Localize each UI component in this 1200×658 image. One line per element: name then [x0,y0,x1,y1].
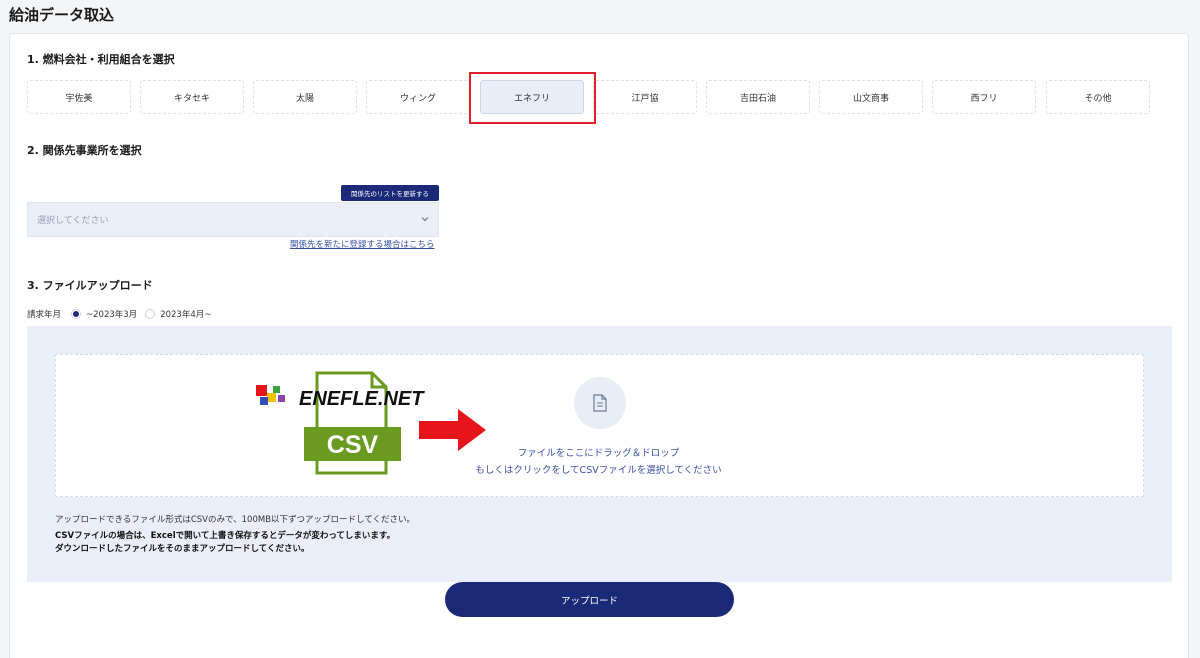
chevron-down-icon [421,217,429,222]
office-select-placeholder: 選択してください [37,216,109,226]
fuel-company-button-kitaseki[interactable]: キタセキ [140,80,244,114]
download-upload-note: ダウンロードしたファイルをそのままアップロードしてください。 [55,544,310,554]
fuel-company-button-sanbun[interactable]: 山文商事 [819,80,923,114]
radio-label-before-2023-03: ~2023年3月 [86,310,138,320]
section-upload-title: 3. ファイルアップロード [27,279,153,292]
refresh-list-button[interactable]: 関係先のリストを更新する [341,185,439,201]
main-card: 1. 燃料会社・利用組合を選択 宇佐美 キタセキ 太陽 ウィング エネフリ 江戸… [9,33,1189,658]
office-select[interactable]: 選択してください [27,202,439,237]
upload-area: CSV ENEFLE.NET ファイルをここにドラッグ＆ドロップ もしくはクリッ… [27,326,1172,582]
selection-highlight-box [469,72,596,124]
section-fuel-title: 1. 燃料会社・利用組合を選択 [27,53,175,66]
excel-warning-note: CSVファイルの場合は、Excelで開いて上書き保存するとデータが変わってしまい… [55,531,396,541]
fuel-company-button-other[interactable]: その他 [1046,80,1150,114]
file-drop-zone[interactable]: CSV ENEFLE.NET ファイルをここにドラッグ＆ドロップ もしくはクリッ… [55,354,1144,497]
fuel-company-button-yoshida[interactable]: 吉田石油 [706,80,810,114]
section-office-title: 2. 関係先事業所を選択 [27,144,142,157]
drop-instruction-line2: もしくはクリックをしてCSVファイルを選択してください [475,465,722,476]
billing-period-radio-group: 請求年月 ~2023年3月 2023年4月~ [27,308,211,320]
drop-instruction-line1: ファイルをここにドラッグ＆ドロップ [517,448,680,459]
enefle-logo-text: ENEFLE.NET [299,388,425,410]
upload-format-note: アップロードできるファイル形式はCSVのみで、100MB以下ずつアップロードして… [55,515,416,525]
enefle-logo-icon [256,385,285,405]
register-office-link[interactable]: 関係先を新たに登録する場合はこちら [290,238,435,250]
page-title: 給油データ取込 [9,6,115,24]
document-icon-circle [574,377,626,429]
fuel-company-button-nishifuri[interactable]: 西フリ [932,80,1036,114]
fuel-company-button-taiyo[interactable]: 太陽 [253,80,357,114]
fuel-company-button-wing[interactable]: ウィング [366,80,470,114]
upload-button[interactable]: アップロード [445,582,734,617]
fuel-company-button-usami[interactable]: 宇佐美 [27,80,131,114]
fuel-company-button-edokyo[interactable]: 江戸協 [593,80,697,114]
document-icon [593,394,607,412]
enefle-csv-illustration: CSV ENEFLE.NET [256,371,486,475]
radio-from-2023-04[interactable] [145,309,156,319]
radio-label-from-2023-04: 2023年4月~ [160,310,212,320]
billing-period-label: 請求年月 [27,310,62,320]
radio-before-2023-03[interactable] [71,309,82,319]
